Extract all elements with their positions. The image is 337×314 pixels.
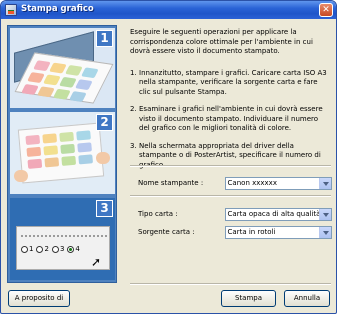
instructions: Eseguire le seguenti operazioni per appl… xyxy=(130,28,330,178)
chart-number-selector-preview: 1 2 3 4 ➚ xyxy=(16,226,110,270)
paper-type-select[interactable]: Carta opaca di alta qualità xyxy=(224,207,332,221)
step-2: 2. Esaminare i grafici nell'ambiente in … xyxy=(130,105,323,132)
chart-number-radios: 1 2 3 4 xyxy=(21,245,80,253)
paper-type-row: Tipo carta : Carta opaca di alta qualità xyxy=(138,207,332,221)
color-swatch xyxy=(59,131,74,143)
color-swatch xyxy=(76,130,91,141)
radio-2: 2 xyxy=(36,245,49,253)
left-hand-icon xyxy=(14,170,28,182)
paper-source-row: Sorgente carta : Carta in rotoli xyxy=(138,225,332,239)
mouse-cursor-icon: ➚ xyxy=(91,255,102,269)
color-swatch xyxy=(27,158,43,169)
print-chart-dialog: Stampa grafico ✕ 1 2 1 2 3 4 ➚ 3 Eseguir… xyxy=(0,0,337,314)
color-swatch xyxy=(78,154,94,165)
app-icon xyxy=(5,4,17,16)
right-hand-icon xyxy=(96,152,110,164)
paper-source-select[interactable]: Carta in rotoli xyxy=(224,225,332,239)
color-swatch xyxy=(60,143,76,154)
printer-select[interactable]: Canon xxxxxx xyxy=(224,176,332,190)
color-swatch xyxy=(49,62,67,74)
radio-4: 4 xyxy=(67,245,80,253)
color-swatch xyxy=(77,142,92,153)
color-swatch xyxy=(27,72,45,83)
color-swatch xyxy=(65,64,83,76)
divider xyxy=(130,165,331,167)
color-swatch xyxy=(43,145,59,156)
chevron-down-icon xyxy=(319,226,331,238)
color-swatch xyxy=(81,67,99,79)
color-swatch xyxy=(26,146,42,157)
printed-chart-sheet xyxy=(14,52,114,104)
color-swatch xyxy=(21,84,39,95)
step-2-badge: 2 xyxy=(96,114,113,131)
held-chart-sheet xyxy=(17,122,105,184)
color-swatch xyxy=(43,74,61,86)
intro-text: Eseguire le seguenti operazioni per appl… xyxy=(130,28,313,55)
chevron-down-icon xyxy=(319,208,331,220)
step-1: 1. Innanzitutto, stampare i grafici. Car… xyxy=(130,68,327,96)
color-swatch xyxy=(53,88,71,100)
step-3-illustration: 1 2 3 4 ➚ 3 xyxy=(10,198,115,280)
instruction-illustration: 1 2 1 2 3 4 ➚ 3 xyxy=(7,25,117,283)
color-swatch xyxy=(59,76,77,88)
divider xyxy=(130,195,331,197)
step-2-illustration: 2 xyxy=(10,112,115,194)
about-button[interactable]: A proposito di xyxy=(8,290,70,307)
printer-row: Nome stampante : Canon xxxxxx xyxy=(138,176,332,190)
window-title: Stampa grafico xyxy=(21,4,94,14)
chevron-down-icon xyxy=(319,177,331,189)
printer-label: Nome stampante : xyxy=(138,179,204,187)
cancel-button[interactable]: Annulla xyxy=(284,290,330,307)
step-1-illustration: 1 xyxy=(10,28,115,108)
color-swatch xyxy=(37,86,55,98)
dashed-divider xyxy=(21,235,107,240)
paper-source-label: Sorgente carta : xyxy=(138,228,195,236)
color-swatch xyxy=(75,79,93,91)
color-swatch xyxy=(61,155,77,166)
color-swatch xyxy=(44,157,60,168)
color-swatch xyxy=(33,60,51,72)
title-bar: Stampa grafico ✕ xyxy=(1,1,336,19)
radio-3: 3 xyxy=(51,245,64,253)
step-list: 1. Innanzitutto, stampare i grafici. Car… xyxy=(130,69,330,171)
radio-1: 1 xyxy=(21,245,33,253)
close-button[interactable]: ✕ xyxy=(319,3,333,17)
radio-dot-selected-icon xyxy=(67,245,75,253)
paper-type-label: Tipo carta : xyxy=(138,210,178,218)
color-swatch xyxy=(42,133,58,144)
color-swatch xyxy=(25,134,41,146)
step-3-badge: 3 xyxy=(96,200,113,217)
color-swatch xyxy=(69,91,87,102)
radio-dot-icon xyxy=(21,245,28,253)
radio-dot-icon xyxy=(36,245,44,253)
step-1-badge: 1 xyxy=(96,30,113,47)
divider xyxy=(130,283,331,285)
print-button[interactable]: Stampa xyxy=(221,290,276,307)
radio-dot-icon xyxy=(51,245,59,253)
